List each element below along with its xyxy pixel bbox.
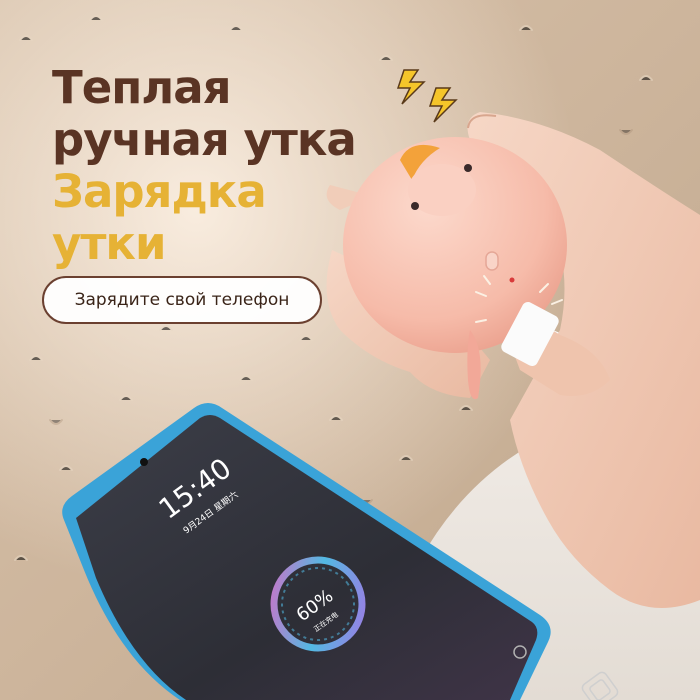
power-button (485, 251, 499, 271)
headline-line-3: Зарядка (52, 165, 267, 218)
headline-line-4: утки (52, 217, 166, 270)
indicator-led (509, 277, 515, 283)
front-camera (140, 458, 148, 466)
duck-eye-right (464, 164, 472, 172)
duck-eye-left (411, 202, 419, 210)
headline-line-2: ручная утка (52, 113, 357, 166)
headline-line-1: Теплая (52, 61, 232, 114)
product-photo-scene: 15:40 9月24日 星期六 60% 正在充电 Теплая ручная у… (0, 0, 700, 700)
cta-pill: Зарядите свой телефон (42, 276, 322, 324)
headline: Теплая ручная утка Зарядка утки (52, 61, 357, 270)
